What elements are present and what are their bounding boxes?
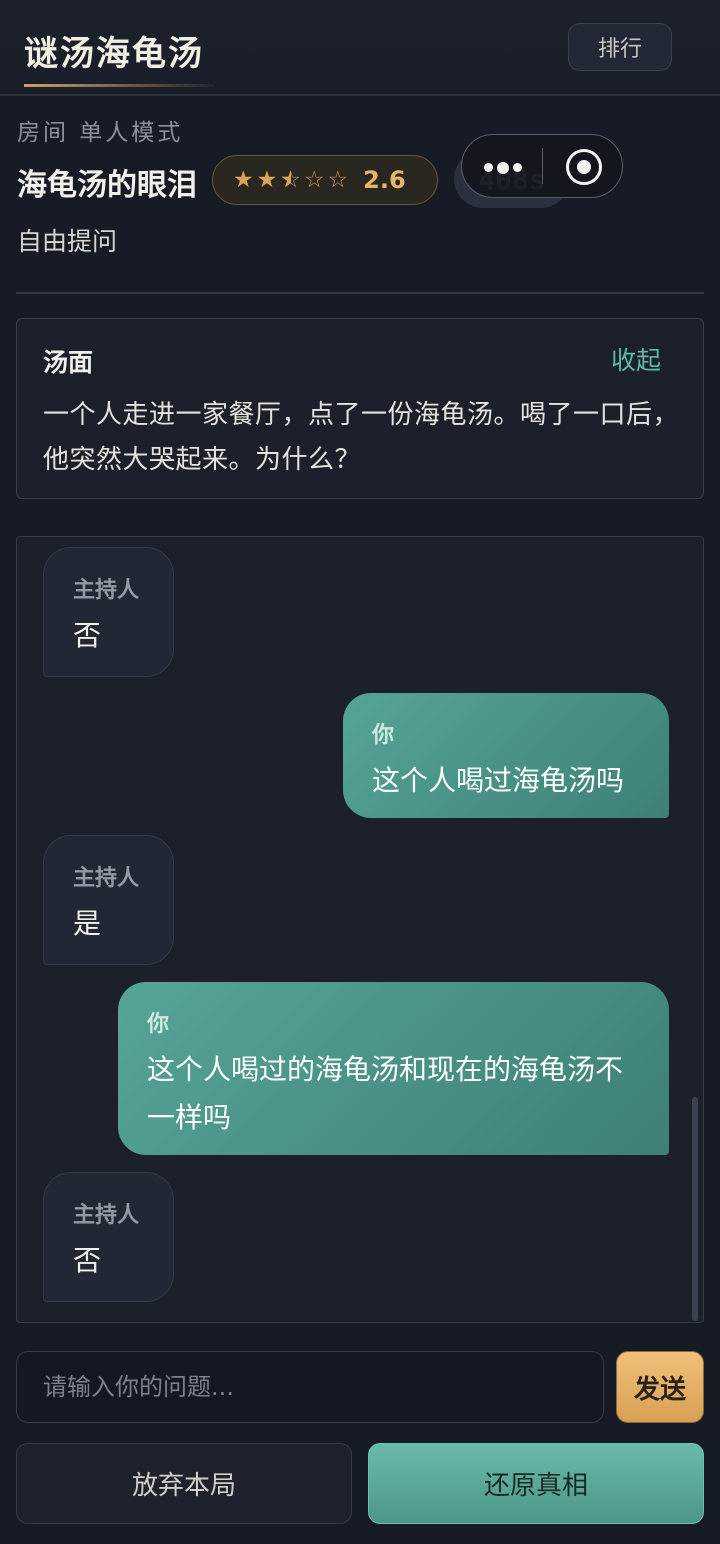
question-input-box[interactable] <box>16 1351 604 1423</box>
message-sender: 你 <box>147 1012 170 1037</box>
message-sender: 你 <box>372 723 395 748</box>
soup-card: 汤面 收起 一个人走进一家餐厅，点了一份海龟汤。喝了一口后，他突然大哭起来。为什… <box>16 318 704 499</box>
mini-program-close-icon[interactable] <box>566 149 602 185</box>
star-icon: ★ <box>233 167 254 193</box>
chat-scrollbar[interactable] <box>692 1097 698 1321</box>
message-text: 是 <box>73 907 102 940</box>
star-half-icon: ☆ ★ <box>280 167 301 193</box>
message-text: 否 <box>73 619 102 652</box>
rating-badge: ★ ★ ☆ ★ ☆ ☆ 2.6 <box>212 155 438 205</box>
soup-text: 一个人走进一家餐厅，点了一份海龟汤。喝了一口后，他突然大哭起来。为什么？ <box>43 400 680 475</box>
message-text: 否 <box>73 1244 102 1277</box>
message-sender: 主持人 <box>73 1203 140 1228</box>
chat-message-user: 你 这个人喝过海龟汤吗 <box>343 693 669 818</box>
more-dots-icon[interactable] <box>484 161 522 174</box>
app-title: 谜汤海龟汤 <box>24 34 204 74</box>
chat-panel[interactable]: 主持人 否 你 这个人喝过海龟汤吗 主持人 是 你 这个人喝过的海龟汤和现在的海… <box>16 536 704 1323</box>
give-up-button[interactable]: 放弃本局 <box>16 1443 352 1524</box>
rank-button[interactable]: 排行 <box>568 23 672 71</box>
chat-message-host: 主持人 否 <box>43 1172 174 1302</box>
star-empty-icon: ☆ <box>327 167 349 193</box>
capsule-divider <box>542 148 543 184</box>
chat-message-host: 主持人 否 <box>43 547 174 677</box>
chat-message-user: 你 这个人喝过的海龟汤和现在的海龟汤不一样吗 <box>118 982 669 1155</box>
title-underline <box>24 84 214 87</box>
question-input[interactable] <box>43 1373 577 1401</box>
chat-message-host: 主持人 是 <box>43 835 174 965</box>
section-divider <box>16 292 704 294</box>
send-button[interactable]: 发送 <box>616 1351 704 1423</box>
message-sender: 主持人 <box>73 866 140 891</box>
room-mode-label: 房间 单人模式 <box>17 120 184 146</box>
star-empty-icon: ☆ <box>303 167 325 193</box>
message-sender: 主持人 <box>73 578 140 603</box>
message-text: 这个人喝过海龟汤吗 <box>372 764 625 797</box>
mini-program-capsule <box>461 134 623 198</box>
reveal-truth-button[interactable]: 还原真相 <box>368 1443 704 1524</box>
collapse-button[interactable]: 收起 <box>611 341 661 377</box>
app-header: 谜汤海龟汤 排行 <box>0 0 720 96</box>
message-text: 这个人喝过的海龟汤和现在的海龟汤不一样吗 <box>147 1053 624 1134</box>
star-icon: ★ <box>256 167 278 193</box>
soup-title: 汤面 <box>43 348 94 377</box>
rating-value: 2.6 <box>363 166 406 194</box>
question-mode: 自由提问 <box>17 227 118 256</box>
puzzle-name: 海龟汤的眼泪 <box>17 168 197 203</box>
